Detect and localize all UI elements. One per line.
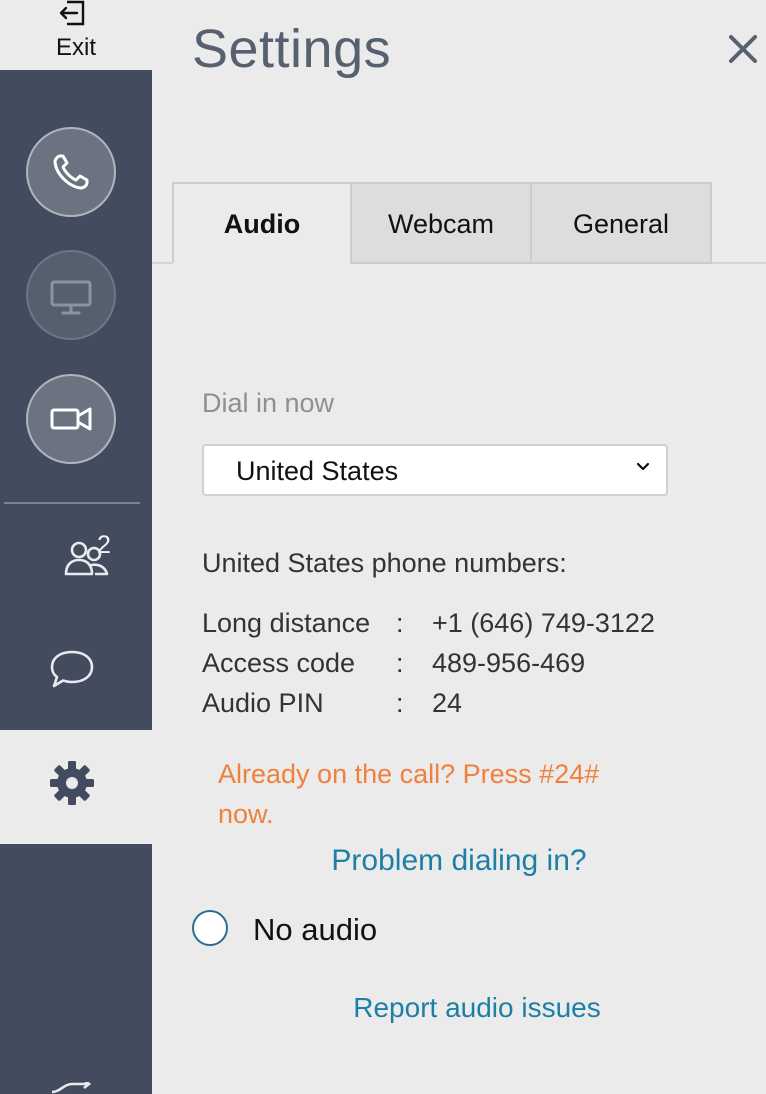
phone-numbers-heading: United States phone numbers:: [202, 548, 567, 578]
no-audio-label[interactable]: No audio: [253, 912, 377, 948]
page-title: Settings: [192, 19, 392, 79]
number-separator: :: [396, 688, 404, 718]
number-value: +1 (646) 749-3122: [432, 608, 655, 638]
country-select-value: United States: [236, 456, 399, 486]
phone-icon: [53, 154, 89, 190]
exit-icon: [59, 0, 85, 26]
tab-webcam[interactable]: Webcam: [350, 182, 532, 264]
people-icon[interactable]: [48, 536, 128, 580]
sidebar-divider: [4, 502, 140, 504]
country-select[interactable]: United States: [202, 444, 668, 496]
problem-dialing-link[interactable]: Problem dialing in?: [152, 844, 766, 878]
video-button[interactable]: [26, 374, 116, 464]
exit-label: Exit: [55, 34, 96, 61]
tab-general[interactable]: General: [530, 182, 712, 264]
number-separator: :: [396, 608, 404, 638]
tab-audio[interactable]: Audio: [172, 182, 352, 264]
shuffle-icon[interactable]: [50, 1082, 94, 1094]
number-separator: :: [396, 648, 404, 678]
number-label: Long distance: [202, 608, 371, 638]
video-camera-icon: [50, 407, 92, 431]
monitor-icon: [50, 280, 92, 315]
number-value: 489-956-469: [432, 648, 586, 678]
chat-bubble-icon[interactable]: [48, 648, 96, 690]
sidebar: Exit 2: [0, 0, 152, 1094]
no-audio-radio[interactable]: [192, 910, 228, 946]
close-icon[interactable]: [726, 32, 760, 66]
settings-nav-item[interactable]: [0, 730, 152, 844]
report-audio-issues-link[interactable]: Report audio issues: [152, 992, 766, 1024]
already-on-call-notice: Already on the call? Press #24# now.: [218, 759, 600, 829]
number-value: 24: [432, 688, 463, 718]
participant-count: 2: [97, 531, 111, 559]
number-label: Access code: [202, 648, 356, 678]
exit-button[interactable]: Exit: [0, 0, 152, 70]
number-label: Audio PIN: [202, 688, 324, 718]
dial-in-label: Dial in now: [202, 388, 335, 418]
gear-icon: [50, 761, 94, 805]
screen-share-button[interactable]: [26, 250, 116, 340]
phone-button[interactable]: [26, 127, 116, 217]
chevron-down-icon: [636, 462, 650, 471]
